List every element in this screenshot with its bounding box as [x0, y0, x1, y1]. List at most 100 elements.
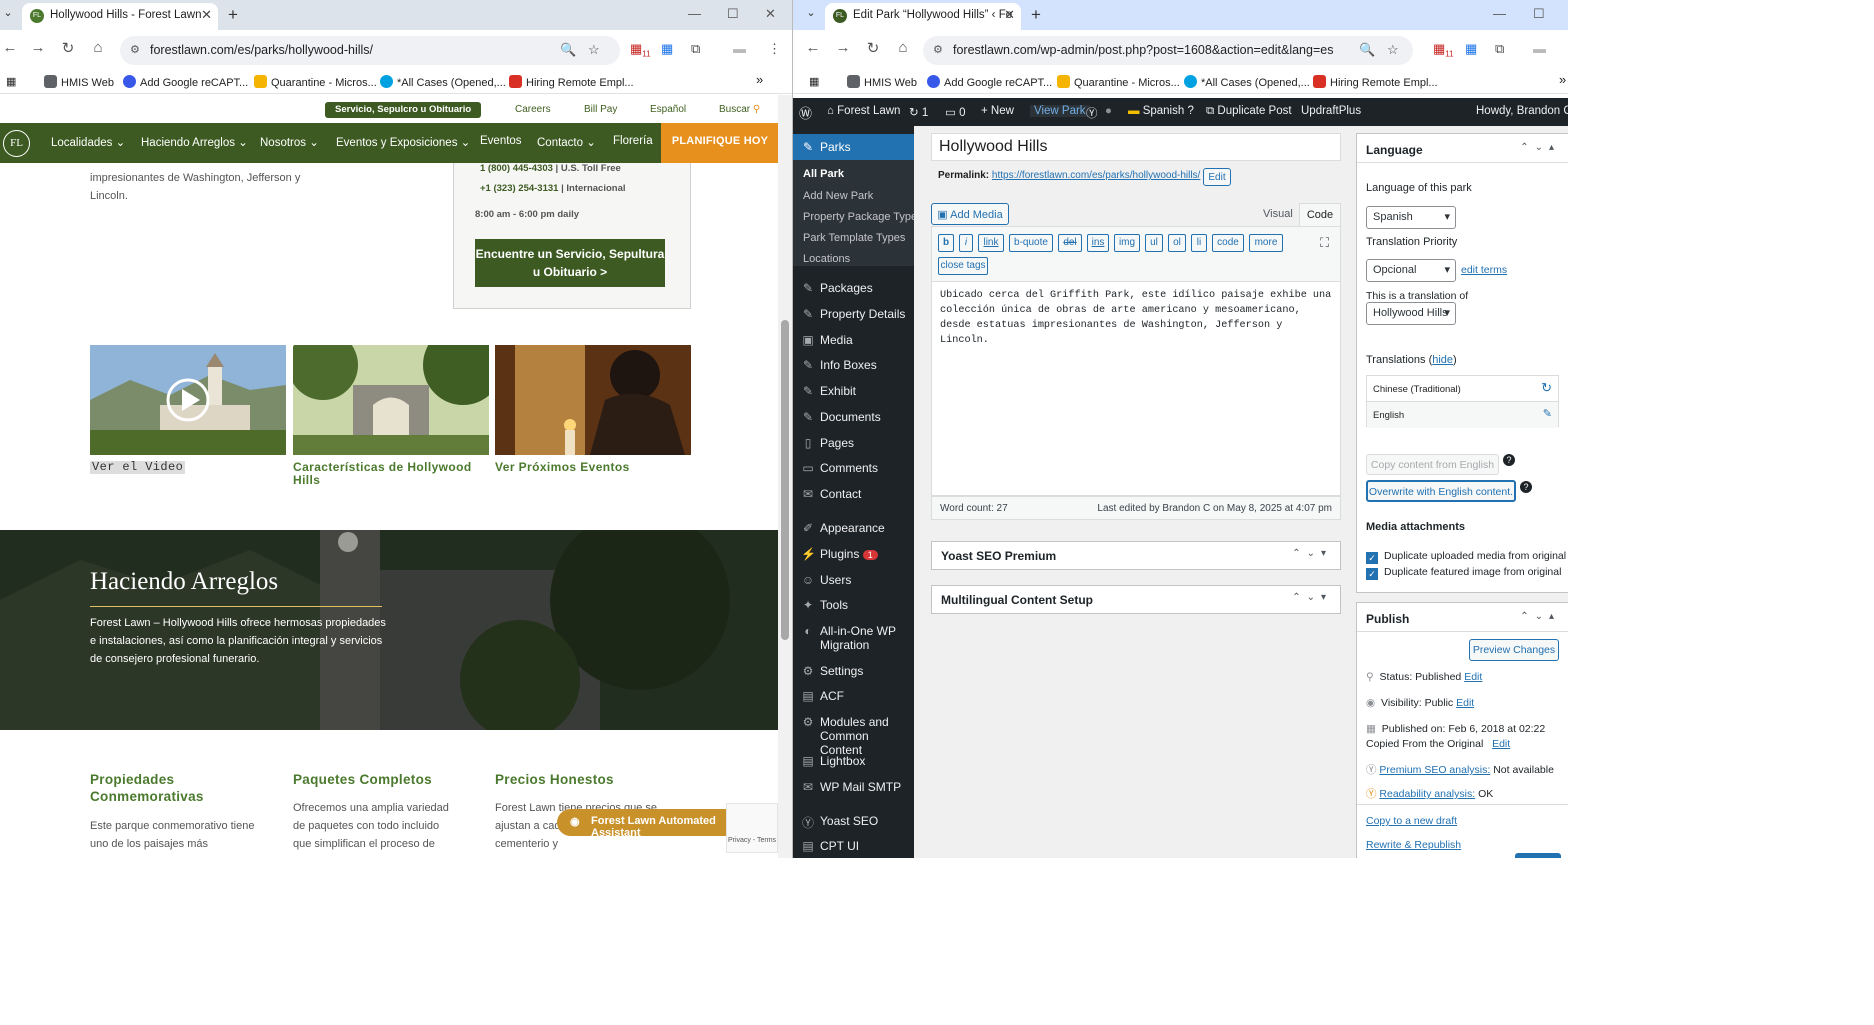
rewrite-republish-link[interactable]: Rewrite & Republish: [1366, 839, 1461, 851]
more-bookmarks-icon[interactable]: »: [1559, 72, 1566, 87]
search-link[interactable]: Buscar ⚲: [719, 104, 760, 115]
home-icon[interactable]: ⌂: [893, 39, 913, 56]
tab-edit-park[interactable]: FL Edit Park “Hollywood Hills” ‹ Fo ✕: [825, 3, 1021, 30]
duplicate-post-link[interactable]: ⧉ Duplicate Post: [1206, 105, 1292, 118]
site-name-link[interactable]: ⌂ Forest Lawn: [827, 105, 900, 117]
menu-icon[interactable]: ⋮: [768, 41, 781, 57]
nav-item[interactable]: Florería: [613, 135, 653, 147]
overwrite-content-button[interactable]: Overwrite with English content.: [1366, 480, 1516, 502]
tab-code[interactable]: Code: [1299, 203, 1341, 226]
submenu-locations[interactable]: Locations: [803, 253, 850, 265]
qt-del[interactable]: del: [1058, 234, 1082, 252]
features-link[interactable]: Características de Hollywood Hills: [293, 461, 483, 487]
multilingual-metabox[interactable]: Multilingual Content Setup ⌃⌄▾: [931, 585, 1341, 614]
maximize-icon[interactable]: ☐: [727, 6, 739, 22]
tab-search-icon[interactable]: ⌄: [803, 6, 819, 24]
bookmark-item[interactable]: *All Cases (Opened,...: [1184, 75, 1310, 89]
forest-lawn-logo[interactable]: FL: [3, 130, 30, 157]
site-info-icon[interactable]: ⚙: [130, 43, 140, 56]
find-service-button[interactable]: Encuentre un Servicio, Sepultura u Obitu…: [475, 239, 665, 287]
help-icon[interactable]: ?: [1520, 481, 1532, 493]
events-thumbnail[interactable]: [495, 345, 691, 455]
duplicate-media-checkbox[interactable]: ✓ Duplicate uploaded media from original: [1366, 550, 1566, 564]
fullscreen-icon[interactable]: ⛶: [1320, 235, 1329, 251]
bookmark-item[interactable]: Add Google reCAPT...: [927, 75, 1052, 89]
updraftplus-link[interactable]: UpdraftPlus: [1301, 105, 1361, 117]
minimize-icon[interactable]: —: [688, 6, 701, 21]
nav-item[interactable]: Localidades ⌄: [51, 135, 125, 149]
new-content-link[interactable]: + New: [981, 105, 1014, 117]
submenu-add-new-park[interactable]: Add New Park: [803, 190, 873, 202]
nav-item[interactable]: Eventos y Exposiciones ⌄: [336, 135, 470, 149]
close-tab-icon[interactable]: ✕: [201, 7, 212, 23]
qt-bquote[interactable]: b-quote: [1009, 234, 1053, 252]
nav-item[interactable]: Contacto ⌄: [537, 135, 596, 149]
plan-today-button[interactable]: PLANIFIQUE HOY: [661, 123, 778, 163]
nav-item[interactable]: Eventos: [480, 135, 522, 147]
metabox-arrows-icon[interactable]: ⌃⌄▴: [1520, 611, 1560, 622]
qt-code[interactable]: code: [1212, 234, 1244, 252]
hide-translations-link[interactable]: hide: [1432, 354, 1453, 366]
calendar-extension-icon[interactable]: ▦11: [1433, 41, 1454, 59]
copy-content-button[interactable]: Copy content from English: [1366, 454, 1499, 475]
zoom-icon[interactable]: 🔍: [560, 42, 576, 58]
edit-translation-icon[interactable]: ✎: [1543, 407, 1552, 420]
qt-img[interactable]: img: [1114, 234, 1140, 252]
bookmark-item[interactable]: Hiring Remote Empl...: [509, 75, 634, 89]
find-service-pill[interactable]: Servicio, Sepulcro u Obituario: [325, 102, 482, 118]
copy-to-draft-link[interactable]: Copy to a new draft: [1366, 815, 1457, 827]
forward-icon[interactable]: →: [833, 39, 853, 56]
submenu-all-park[interactable]: All Park: [803, 168, 844, 180]
video-thumbnail[interactable]: [90, 345, 286, 455]
close-window-icon[interactable]: ✕: [765, 6, 776, 22]
recaptcha-badge[interactable]: Privacy - Terms: [726, 803, 778, 853]
tab-search-icon[interactable]: ⌄: [0, 6, 16, 24]
translation-of-select[interactable]: Hollywood Hills: [1366, 302, 1456, 325]
update-button[interactable]: [1515, 853, 1561, 858]
apps-icon[interactable]: ▦: [809, 75, 819, 88]
post-title-input[interactable]: Hollywood Hills: [931, 133, 1341, 161]
permalink-link[interactable]: https://forestlawn.com/es/parks/hollywoo…: [992, 170, 1200, 181]
scroll-thumb[interactable]: [781, 320, 789, 640]
metabox-arrows-icon[interactable]: ⌃⌄▴: [1520, 142, 1560, 153]
maximize-icon[interactable]: ☐: [1533, 6, 1545, 22]
reload-icon[interactable]: ↻: [58, 39, 78, 57]
back-icon[interactable]: ←: [0, 39, 20, 56]
bookmark-item[interactable]: Quarantine - Micros...: [1057, 75, 1180, 89]
careers-link[interactable]: Careers: [515, 104, 551, 115]
qt-li[interactable]: li: [1191, 234, 1207, 252]
tab-visual[interactable]: Visual: [1263, 208, 1293, 220]
calendar-extension-icon[interactable]: ▦11: [630, 41, 651, 59]
qt-link[interactable]: link: [978, 234, 1004, 252]
new-tab-icon[interactable]: +: [228, 5, 238, 25]
permalink-edit-button[interactable]: Edit: [1203, 168, 1231, 186]
view-park-link[interactable]: View Park: [1030, 105, 1090, 117]
submenu-package-types[interactable]: Property Package Types: [803, 211, 923, 223]
address-bar[interactable]: ⚙ forestlawn.com/es/parks/hollywood-hill…: [120, 36, 620, 65]
bookmark-item[interactable]: *All Cases (Opened,...: [380, 75, 506, 89]
language-select[interactable]: Spanish: [1366, 206, 1456, 229]
new-tab-icon[interactable]: +: [1031, 5, 1041, 25]
grid-extension-icon[interactable]: ▦: [1465, 41, 1477, 57]
wordpress-logo-icon[interactable]: Ⓦ: [799, 103, 812, 122]
bookmark-item[interactable]: Quarantine - Micros...: [254, 75, 377, 89]
duplicate-featured-checkbox[interactable]: ✓ Duplicate featured image from original: [1366, 566, 1561, 580]
bookmark-star-icon[interactable]: ☆: [1387, 42, 1399, 58]
bookmark-star-icon[interactable]: ☆: [588, 42, 600, 58]
profile-icon[interactable]: ▬: [1533, 41, 1546, 56]
language-link[interactable]: Español: [650, 104, 686, 115]
close-tab-icon[interactable]: ✕: [1004, 7, 1015, 23]
zoom-icon[interactable]: 🔍: [1359, 42, 1375, 58]
edit-terms-link[interactable]: edit terms: [1461, 264, 1507, 276]
bookmark-item[interactable]: Hiring Remote Empl...: [1313, 75, 1438, 89]
back-icon[interactable]: ←: [803, 39, 823, 56]
help-icon[interactable]: ?: [1503, 454, 1515, 466]
forward-icon[interactable]: →: [28, 39, 48, 56]
comments-link[interactable]: ▭ 0: [945, 105, 965, 119]
qt-ins[interactable]: ins: [1087, 234, 1109, 252]
bill-pay-link[interactable]: Bill Pay: [584, 104, 617, 115]
address-bar[interactable]: ⚙ forestlawn.com/wp-admin/post.php?post=…: [923, 36, 1413, 65]
yoast-metabox[interactable]: Yoast SEO Premium ⌃⌄▾: [931, 541, 1341, 570]
add-translation-icon[interactable]: ↻: [1541, 380, 1552, 396]
watch-video-link[interactable]: Ver el Video: [90, 461, 186, 474]
